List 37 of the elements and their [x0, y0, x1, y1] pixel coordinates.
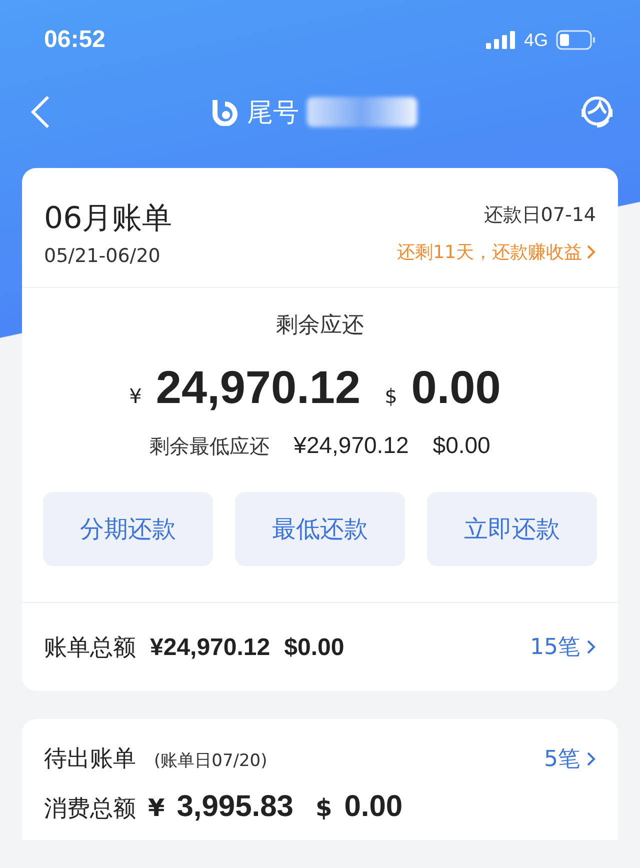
chevron-icon [586, 750, 596, 766]
minimum-label: 剩余最低应还 [150, 433, 270, 460]
repay-button[interactable]: 分期还款 [43, 492, 213, 566]
chevron-icon [586, 639, 596, 655]
bank-logo-icon [211, 98, 239, 126]
bill-period: 05/21-06/20 [44, 245, 162, 267]
remaining-amount: 0.00 [411, 360, 501, 414]
transaction-count-link[interactable]: 15笔 [530, 632, 596, 662]
spend-label: 消费总额 [44, 795, 136, 824]
bill-title: 06月账单 [44, 200, 172, 238]
due-date: 还款日07-14 [484, 203, 596, 228]
transaction-count-link[interactable]: 5笔 [544, 744, 596, 774]
remaining-amount: 24,970.12 [156, 360, 361, 414]
spend-amount: 0.00 [344, 790, 403, 824]
card-title: 尾号 [247, 96, 299, 130]
currency-symbol: $ [315, 794, 332, 822]
currency-symbol: ¥ [129, 384, 142, 408]
chevron-icon [586, 244, 596, 260]
spend-amount: 3,995.83 [176, 790, 294, 824]
minimum-amount: ¥24,970.12 [294, 432, 409, 459]
back-icon[interactable] [30, 95, 50, 129]
statement-date-note: (账单日07/20) [154, 750, 268, 772]
total-amount: $0.00 [284, 634, 344, 662]
total-label: 账单总额 [44, 634, 136, 662]
remaining-label: 剩余应还 [276, 312, 364, 340]
pending-title: 待出账单 [44, 745, 136, 774]
signal-icon [486, 31, 516, 49]
currency-symbol: ¥ [148, 794, 165, 822]
clock-time: 06:52 [44, 26, 106, 54]
repay-button[interactable]: 立即还款 [427, 492, 597, 566]
currency-symbol: $ [384, 384, 398, 408]
promo-link[interactable]: 还剩11天，还款赚收益 [397, 240, 596, 264]
total-amount: ¥24,970.12 [150, 634, 270, 662]
network-label: 4G [524, 30, 548, 50]
repay-button[interactable]: 最低还款 [235, 492, 405, 566]
minimum-amount: $0.00 [432, 432, 490, 459]
battery-icon [556, 30, 596, 50]
